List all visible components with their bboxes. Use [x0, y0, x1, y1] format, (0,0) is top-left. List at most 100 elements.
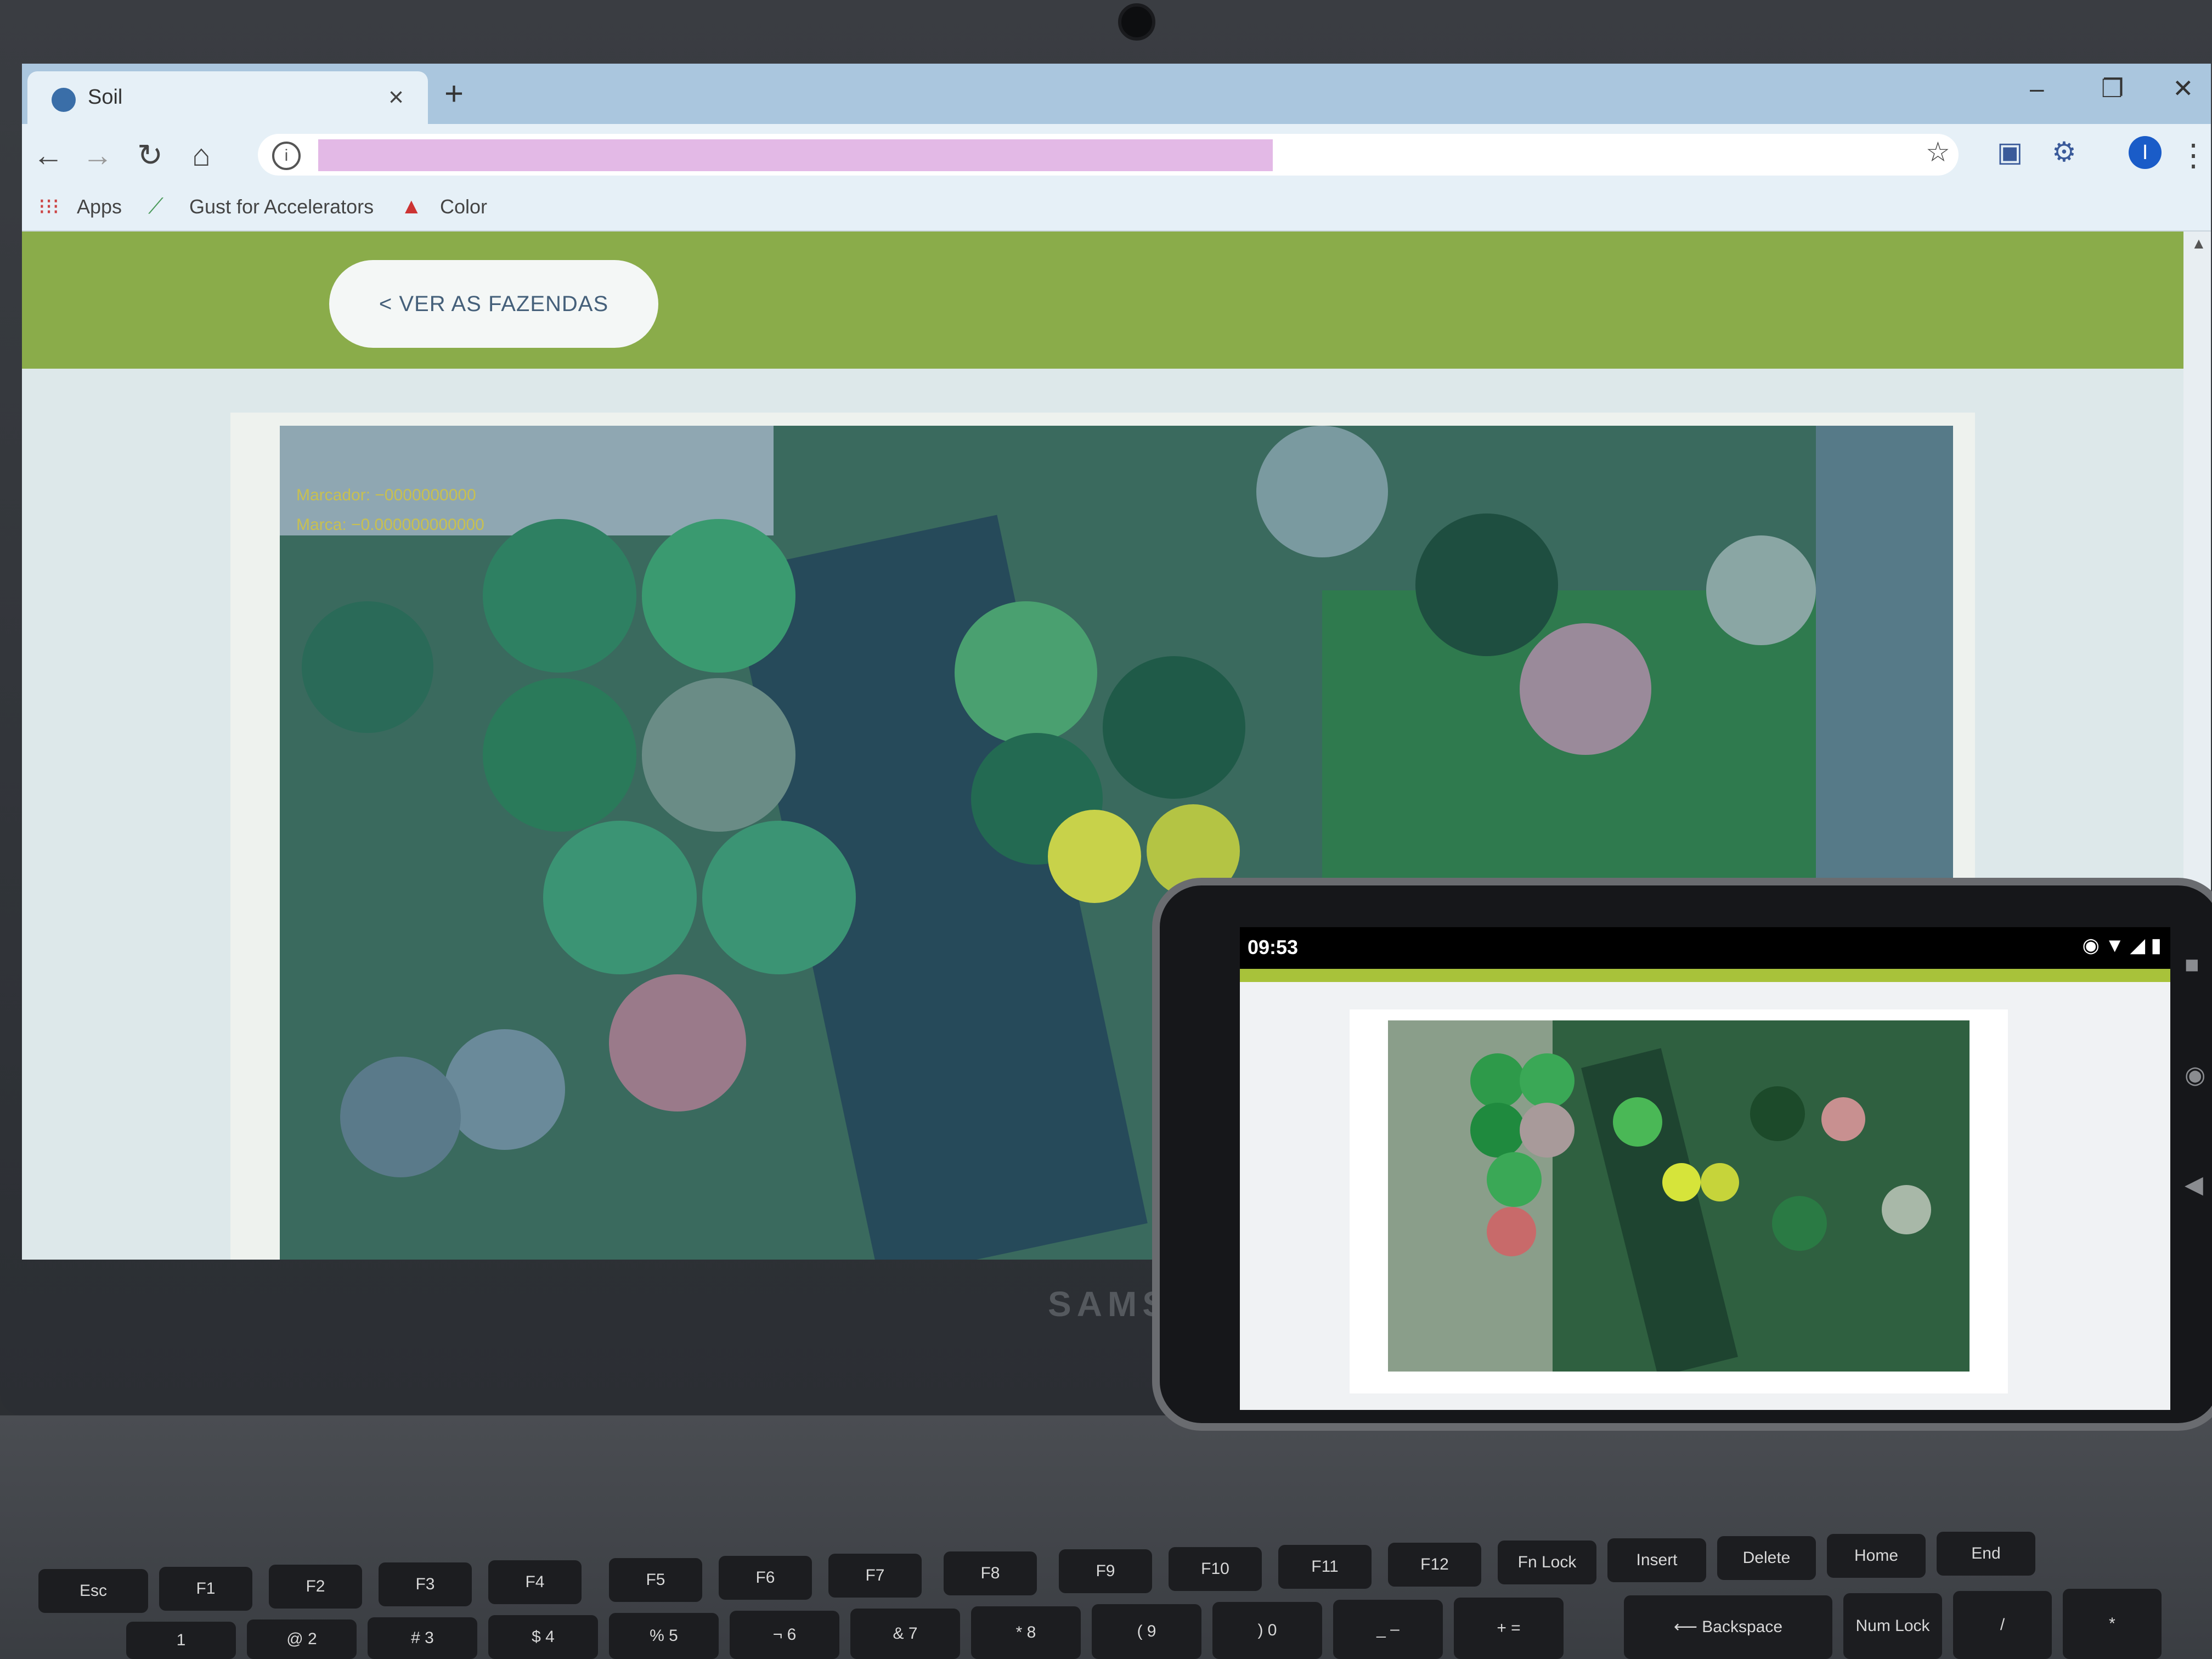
key-delete[interactable]: Delete — [1717, 1536, 1816, 1580]
bookmarks-bar: ⁝⁝⁝ Apps ⟋ Gust for Accelerators ▲ Color — [22, 184, 2211, 232]
phone-screen: 09:53 ◉ ▼ ◢ ▮ — [1240, 927, 2170, 1410]
key-f8[interactable]: F8 — [944, 1551, 1037, 1595]
key-num-lock[interactable]: Num Lock — [1843, 1593, 1942, 1659]
profile-avatar[interactable]: I — [2129, 136, 2162, 169]
home-circle-button[interactable]: ◉ — [2185, 1061, 2205, 1089]
field-circle — [1487, 1207, 1536, 1256]
key-f2[interactable]: F2 — [269, 1565, 362, 1609]
key-fn-lock[interactable]: Fn Lock — [1498, 1541, 1596, 1584]
close-icon[interactable]: × — [388, 82, 404, 112]
key-4[interactable]: $ 4 — [488, 1615, 598, 1659]
key-f9[interactable]: F9 — [1059, 1549, 1152, 1593]
field-circle-highlight[interactable] — [1662, 1163, 1701, 1201]
gust-icon: ⟋ — [148, 194, 163, 218]
river-valley — [1581, 1048, 1738, 1372]
key-9[interactable]: ( 9 — [1092, 1604, 1201, 1659]
menu-icon[interactable]: ⋮ — [2178, 137, 2209, 173]
phone-status-bar: 09:53 ◉ ▼ ◢ ▮ — [1240, 927, 2170, 969]
tab-strip: Soil × + – ❐ ✕ — [22, 64, 2211, 124]
map-coordinates: Marcador: −0000000000 Marca: −0.00000000… — [296, 481, 484, 540]
field-circle — [702, 821, 856, 974]
minimize-button[interactable]: – — [2030, 74, 2044, 103]
field-circle — [1882, 1185, 1931, 1234]
bookmark-apps[interactable]: Apps — [77, 195, 122, 218]
field-circle — [1520, 1103, 1575, 1158]
key-f4[interactable]: F4 — [488, 1560, 582, 1604]
star-icon[interactable]: ☆ — [1926, 136, 1950, 168]
scroll-up-arrow[interactable]: ▲ — [2191, 235, 2207, 252]
key-6[interactable]: ¬ 6 — [730, 1611, 839, 1659]
phone-map-card — [1350, 1009, 2008, 1393]
ver-fazendas-button[interactable]: < VER AS FAZENDAS — [329, 260, 658, 348]
bookmark-color[interactable]: Color — [440, 195, 487, 218]
field-circle — [642, 678, 795, 832]
field-circle-highlight[interactable] — [1701, 1163, 1739, 1201]
extension-icon[interactable]: ⚙ — [2052, 136, 2076, 168]
restore-button[interactable]: ❐ — [2101, 74, 2124, 103]
tab-soil[interactable]: Soil × — [27, 71, 428, 124]
key-0[interactable]: ) 0 — [1212, 1602, 1322, 1659]
field-circle — [1487, 1152, 1542, 1207]
apps-grid-icon: ⁝⁝⁝ — [38, 195, 60, 219]
key-home[interactable]: Home — [1827, 1534, 1926, 1578]
recents-button[interactable]: ■ — [2185, 951, 2199, 979]
field-circle — [1750, 1086, 1805, 1141]
key-end[interactable]: End — [1937, 1532, 2035, 1576]
key-slash[interactable]: / — [1953, 1591, 2052, 1659]
key-2[interactable]: @ 2 — [247, 1620, 357, 1659]
key-3[interactable]: # 3 — [368, 1617, 477, 1659]
new-tab-button[interactable]: + — [444, 75, 464, 112]
key-7[interactable]: & 7 — [850, 1609, 960, 1659]
field-circle — [1772, 1196, 1827, 1251]
key-f6[interactable]: F6 — [719, 1556, 812, 1600]
key-f11[interactable]: F11 — [1278, 1545, 1372, 1589]
field-circle — [642, 519, 795, 673]
forward-button[interactable]: → — [82, 137, 113, 173]
map-coordinate-line: Marcador: −0000000000 — [296, 486, 476, 504]
phone-satellite-map[interactable] — [1388, 1020, 1970, 1372]
phone: 09:53 ◉ ▼ ◢ ▮ ■ ◉ ◀ — [1152, 878, 2212, 1431]
key-f3[interactable]: F3 — [379, 1562, 472, 1606]
key-f5[interactable]: F5 — [609, 1558, 702, 1602]
key-equals[interactable]: + = — [1454, 1598, 1564, 1659]
field-circle — [483, 519, 636, 673]
field-circle — [1706, 535, 1816, 645]
field-circle — [1470, 1103, 1525, 1158]
address-bar[interactable]: i ☆ — [258, 134, 1959, 176]
info-icon[interactable]: i — [272, 142, 301, 170]
key-1[interactable]: 1 — [126, 1622, 236, 1659]
field-circle — [302, 601, 433, 733]
key-f12[interactable]: F12 — [1388, 1543, 1481, 1587]
key-f1[interactable]: F1 — [159, 1567, 252, 1611]
home-button[interactable]: ⌂ — [192, 137, 211, 173]
key-f7[interactable]: F7 — [828, 1554, 922, 1598]
key-esc[interactable]: Esc — [38, 1569, 148, 1613]
close-window-button[interactable]: ✕ — [2172, 74, 2194, 103]
phone-header-bar — [1240, 969, 2170, 982]
bookmark-gust[interactable]: Gust for Accelerators — [189, 195, 374, 218]
key-asterisk[interactable]: * — [2063, 1589, 2162, 1659]
field-circle — [1613, 1097, 1662, 1147]
back-triangle-button[interactable]: ◀ — [2185, 1171, 2203, 1199]
keyboard: Esc F1 F2 F3 F4 F5 F6 F7 F8 F9 F10 F11 F… — [0, 1415, 2212, 1659]
field-circle — [444, 1029, 565, 1150]
status-icons: ◉ ▼ ◢ ▮ — [2082, 934, 2162, 956]
cast-icon[interactable]: ▣ — [1997, 136, 2023, 168]
field-circle — [1103, 656, 1245, 799]
key-backspace[interactable]: ⟵ Backspace — [1624, 1595, 1832, 1659]
field-circle-highlight[interactable] — [1048, 810, 1141, 903]
key-5[interactable]: % 5 — [609, 1613, 719, 1659]
field-circle — [955, 601, 1097, 744]
key-8[interactable]: * 8 — [971, 1606, 1081, 1659]
field-circle — [1470, 1053, 1525, 1108]
field-circle — [543, 821, 697, 974]
key-f10[interactable]: F10 — [1169, 1547, 1262, 1591]
adobe-icon: ▲ — [400, 194, 422, 218]
map-coordinate-line: Marca: −0.000000000000 — [296, 516, 484, 534]
globe-icon — [52, 88, 76, 112]
reload-button[interactable]: ↻ — [137, 137, 163, 173]
key-minus[interactable]: _ – — [1333, 1600, 1443, 1659]
back-button[interactable]: ← — [33, 137, 64, 173]
tab-title: Soil — [88, 86, 123, 109]
key-insert[interactable]: Insert — [1607, 1538, 1706, 1582]
